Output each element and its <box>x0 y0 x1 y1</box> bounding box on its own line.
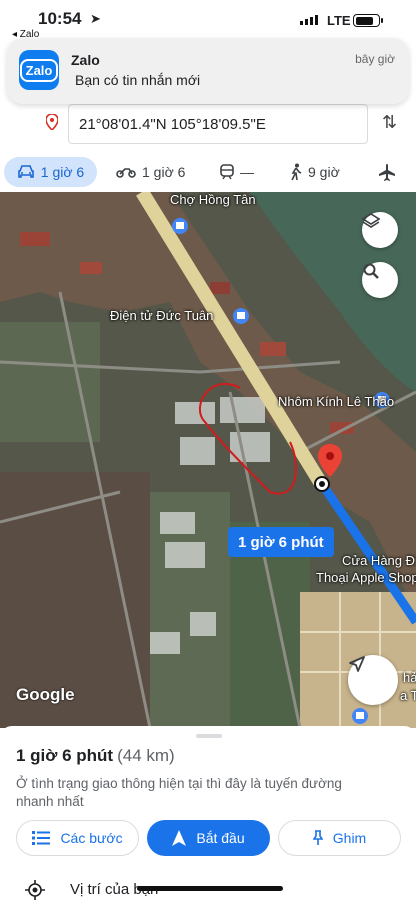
signal-icon <box>300 15 318 25</box>
destination-pin-icon <box>46 114 58 130</box>
map-label-apple-shop: Thoại Apple Shop <box>316 570 416 585</box>
layers-button[interactable] <box>362 212 398 248</box>
satellite-map[interactable]: Chợ Hồng Tân Điện tử Đức Tuân Nhôm Kính … <box>0 192 416 728</box>
steps-button[interactable]: Các bước <box>16 820 139 856</box>
map-label-dien-tu: Điện tử Đức Tuân <box>110 308 214 323</box>
notification-app-name: Zalo <box>71 52 100 68</box>
battery-icon <box>353 14 383 27</box>
layers-icon <box>362 213 380 228</box>
destination-bar: 21°08'01.4"N 105°18'09.5"E ⇅ <box>0 104 416 154</box>
airplane-icon <box>379 164 395 181</box>
walk-icon <box>291 163 302 181</box>
clock: 10:54 <box>38 9 82 28</box>
home-indicator[interactable] <box>137 886 283 891</box>
my-location-button[interactable] <box>348 655 398 705</box>
route-summary-sheet: 1 giờ 6 phút (44 km) Ở tình trạng giao th… <box>0 726 416 900</box>
mode-walk[interactable]: 9 giờ <box>290 157 340 187</box>
google-attribution: Google <box>16 685 75 704</box>
mode-car[interactable]: 1 giờ 6 <box>4 157 97 187</box>
map-imagery <box>0 192 416 728</box>
pushpin-icon <box>312 830 323 845</box>
car-icon <box>17 165 34 178</box>
poi-electronics-icon <box>233 308 249 324</box>
map-label-ha: hả <box>403 670 416 685</box>
map-label-a-ti: a Ti <box>400 688 416 703</box>
mode-motorbike[interactable]: 1 giờ 6 <box>116 157 185 187</box>
start-button[interactable]: Bắt đầu <box>147 820 270 856</box>
status-bar: 10:54 ➤ ◂ Zalo LTE <box>0 0 416 42</box>
map-label-cho-hong-tan: Chợ Hồng Tân <box>170 192 256 207</box>
pin-button[interactable]: Ghim <box>278 820 401 856</box>
navigation-start-icon <box>172 830 187 846</box>
map-label-nhom-kinh: Nhôm Kính Lê Thảo <box>278 394 395 409</box>
notification-banner[interactable]: Zalo Zalo Bạn có tin nhắn mới bây giờ <box>7 38 409 104</box>
mode-flight[interactable] <box>378 157 402 187</box>
poi-market-icon <box>172 218 188 234</box>
mode-transit[interactable]: — <box>220 157 254 187</box>
destination-field[interactable]: 21°08'01.4"N 105°18'09.5"E <box>68 104 368 144</box>
my-location-icon <box>25 880 45 900</box>
search-icon <box>363 263 379 279</box>
list-icon <box>32 831 51 845</box>
search-button[interactable] <box>362 262 398 298</box>
route-distance: (44 km) <box>117 746 175 765</box>
sheet-drag-handle[interactable] <box>196 734 222 738</box>
travel-mode-bar: 1 giờ 6 1 giờ 6 — 9 giờ <box>0 154 416 192</box>
navigation-arrow-icon <box>349 656 365 672</box>
route-duration: 1 giờ 6 phút (44 km) <box>16 746 175 765</box>
map-label-cua-hang: Cửa Hàng Điệ <box>342 553 416 568</box>
location-arrow-icon: ➤ <box>90 11 101 26</box>
route-description: Ở tình trạng giao thông hiện tại thì đây… <box>16 776 342 809</box>
network-type: LTE <box>327 13 351 28</box>
zalo-app-icon: Zalo <box>19 50 59 90</box>
notification-time: bây giờ <box>355 52 395 66</box>
poi-shop-icon <box>352 708 368 724</box>
notification-message: Bạn có tin nhắn mới <box>75 72 201 88</box>
train-icon <box>220 164 234 180</box>
route-duration-badge[interactable]: 1 giờ 6 phút <box>228 527 334 557</box>
motorbike-icon <box>116 168 136 178</box>
swap-direction-icon[interactable]: ⇅ <box>382 112 397 133</box>
